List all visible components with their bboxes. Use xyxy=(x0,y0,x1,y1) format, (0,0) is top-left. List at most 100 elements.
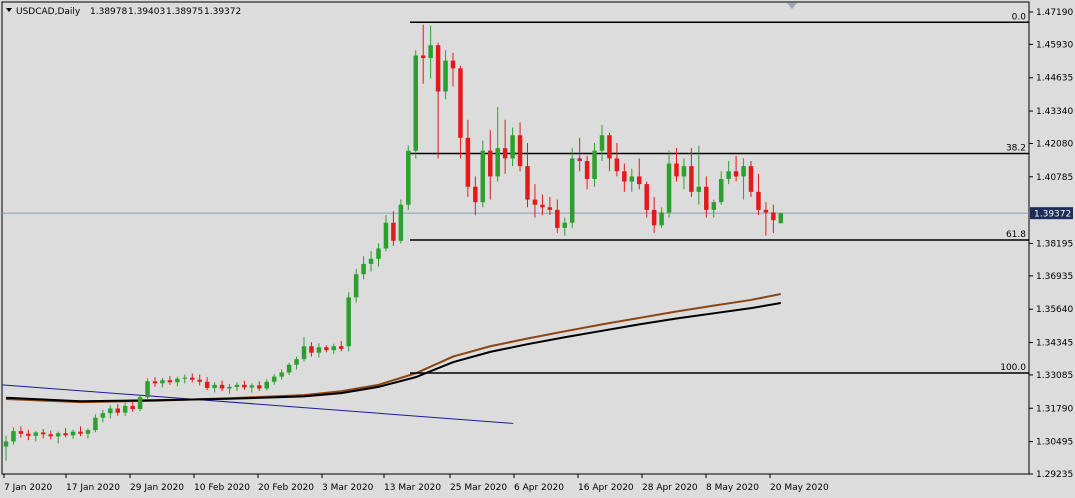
candle-body xyxy=(346,297,351,347)
candle-body xyxy=(659,212,664,226)
candle-body xyxy=(420,55,426,59)
candle-body xyxy=(78,431,83,434)
y-tick-label: 1.30495 xyxy=(1036,438,1073,448)
candle-body xyxy=(368,258,374,264)
y-tick-label: 1.36935 xyxy=(1036,272,1073,282)
candle-body xyxy=(41,432,46,435)
x-tick-label: 3 Mar 2020 xyxy=(322,483,374,493)
candle-body xyxy=(376,248,381,259)
x-tick-label: 6 Apr 2020 xyxy=(514,483,564,493)
y-tick-label: 1.40785 xyxy=(1036,173,1073,183)
candle-body xyxy=(681,166,687,177)
chart-window[interactable]: USDCAD,Daily 1.38978 1.39403 1.38975 1.3… xyxy=(0,0,1075,498)
fib-level-label: 0.0 xyxy=(1012,12,1027,22)
candle-body xyxy=(286,364,292,373)
close-value: 1.39372 xyxy=(204,7,241,17)
y-tick-label: 1.29235 xyxy=(1036,470,1073,480)
candle-body xyxy=(249,385,255,388)
x-tick-label: 29 Jan 2020 xyxy=(130,483,184,493)
candle-body xyxy=(473,186,478,203)
candle xyxy=(406,145,411,210)
x-tick-label: 20 Feb 2020 xyxy=(258,483,314,493)
candle xyxy=(137,395,143,412)
y-tick-label: 1.42080 xyxy=(1036,139,1073,149)
candle-body xyxy=(264,381,269,389)
y-tick-label: 1.45930 xyxy=(1036,40,1073,50)
candle-body xyxy=(18,431,24,434)
candle-body xyxy=(711,202,716,210)
candle-body xyxy=(465,137,471,187)
candle-body xyxy=(145,381,150,398)
candle-body xyxy=(190,377,195,380)
candle-body xyxy=(309,346,314,353)
candle-body xyxy=(219,384,225,389)
candle-body xyxy=(227,386,232,389)
candle-body xyxy=(301,346,307,360)
candle xyxy=(346,292,351,352)
x-tick-label: 8 May 2020 xyxy=(706,483,759,493)
candle-body xyxy=(100,413,106,418)
candle-body xyxy=(614,158,620,172)
candle-body xyxy=(316,347,322,353)
candle-body xyxy=(339,346,344,349)
candle-body xyxy=(666,163,672,213)
candle-body xyxy=(108,408,113,414)
candle-body xyxy=(502,148,508,159)
candle-body xyxy=(93,417,98,431)
candle-body xyxy=(175,378,180,383)
candle-body xyxy=(674,163,679,177)
candle-body xyxy=(540,204,545,208)
candle-body xyxy=(726,171,731,179)
current-price-label: 1.39372 xyxy=(1034,210,1071,220)
candle-body xyxy=(130,405,135,410)
candle-body xyxy=(55,433,61,437)
candle xyxy=(569,148,575,228)
candle-body xyxy=(756,191,761,210)
candle-body xyxy=(480,150,486,203)
candle-body xyxy=(234,384,240,387)
candle-body xyxy=(741,166,746,177)
candle xyxy=(398,199,404,244)
y-tick-label: 1.35640 xyxy=(1036,305,1073,315)
candle-body xyxy=(622,171,627,182)
candle-body xyxy=(778,213,784,224)
low-value: 1.38975 xyxy=(166,7,203,17)
candle-body xyxy=(532,199,538,205)
candle-body xyxy=(26,433,31,436)
candle-body xyxy=(584,160,590,179)
candle-body xyxy=(488,150,493,177)
candle-body xyxy=(629,176,635,182)
candle-body xyxy=(733,171,739,177)
candle-body xyxy=(555,209,560,228)
candle-body xyxy=(689,166,694,192)
candle-body xyxy=(562,222,567,228)
candle-body xyxy=(771,212,776,221)
chart-plot[interactable]: USDCAD,Daily 1.38978 1.39403 1.38975 1.3… xyxy=(0,0,1075,498)
candle-body xyxy=(11,431,16,442)
candle-body xyxy=(391,222,396,241)
candle-body xyxy=(383,222,389,249)
candle xyxy=(145,378,150,400)
candle-body xyxy=(406,150,411,205)
candle-body xyxy=(137,397,143,410)
fib-level-label: 100.0 xyxy=(1000,363,1026,373)
candle-body xyxy=(331,346,337,351)
candle-body xyxy=(428,45,433,59)
candle-body xyxy=(294,359,299,365)
candle-body xyxy=(569,158,575,223)
candle-body xyxy=(122,405,128,413)
x-tick-label: 25 Mar 2020 xyxy=(450,483,507,493)
candle-body xyxy=(115,408,120,413)
candle-body xyxy=(279,372,284,377)
candle-body xyxy=(413,55,418,151)
candle-body xyxy=(450,60,456,69)
candle-body xyxy=(704,186,709,210)
candle-body xyxy=(33,432,39,436)
x-tick-label: 7 Jan 2020 xyxy=(4,483,52,493)
candle-body xyxy=(763,209,769,213)
x-tick-label: 17 Jan 2020 xyxy=(66,483,120,493)
y-tick-label: 1.43340 xyxy=(1036,107,1073,117)
chart-header: USDCAD,Daily 1.38978 1.39403 1.38975 1.3… xyxy=(6,7,241,17)
candle-body xyxy=(361,263,366,275)
candle-body xyxy=(63,433,68,436)
